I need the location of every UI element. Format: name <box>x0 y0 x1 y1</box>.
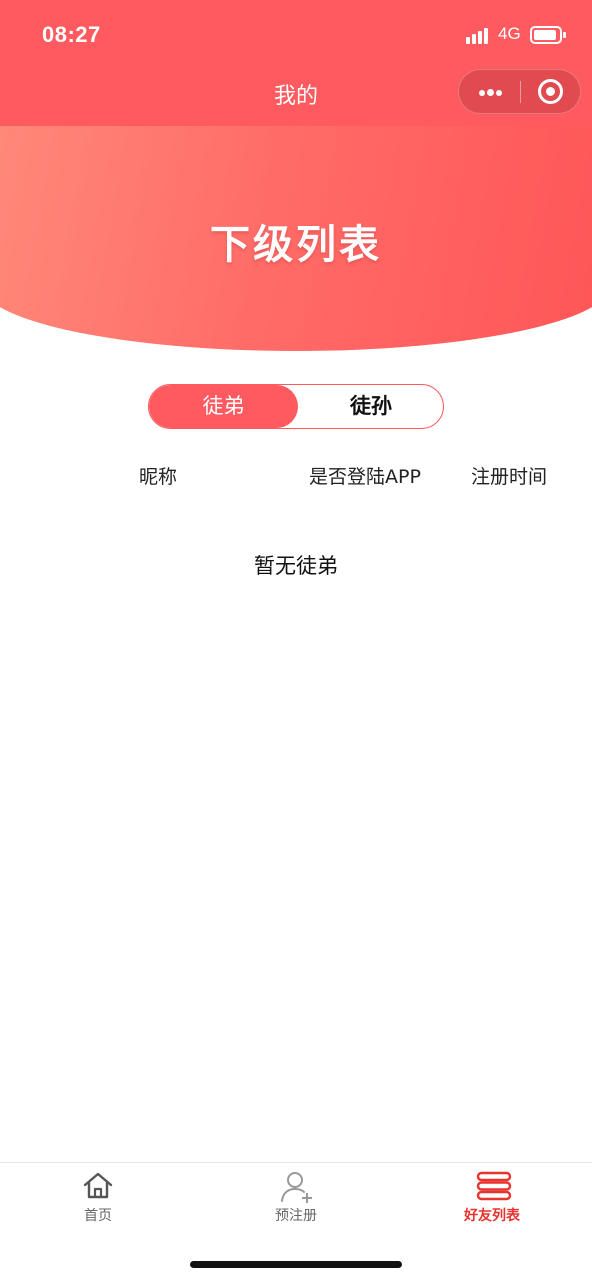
column-nickname: 昵称 <box>139 466 178 488</box>
add-user-icon <box>281 1172 312 1203</box>
network-label: 4G <box>498 24 521 43</box>
table-header: 昵称 是否登陆APP 注册时间 <box>0 462 592 492</box>
empty-state-text: 暂无徒弟 <box>254 554 338 578</box>
battery-icon <box>530 26 566 44</box>
status-time: 08:27 <box>42 22 101 47</box>
tabbar-label-friends: 好友列表 <box>464 1208 520 1224</box>
segment-control: 徒弟 徒孙 <box>148 384 444 429</box>
column-register-time: 注册时间 <box>471 466 548 488</box>
tabbar-label-preregister: 预注册 <box>275 1208 317 1224</box>
tabbar-item-friends[interactable]: 好友列表 <box>432 1163 552 1229</box>
hero-title: 下级列表 <box>210 222 382 268</box>
status-bar: 08:27 4G <box>0 0 592 70</box>
close-target-icon[interactable] <box>521 70 581 113</box>
mini-program-capsule <box>458 69 581 114</box>
more-icon[interactable] <box>459 70 520 113</box>
column-app-login: 是否登陆APP <box>309 466 421 488</box>
signal-icon <box>466 26 492 44</box>
tabbar-label-home: 首页 <box>84 1208 112 1224</box>
home-icon <box>83 1172 113 1199</box>
tabbar-item-home[interactable]: 首页 <box>38 1163 158 1229</box>
home-indicator <box>190 1261 402 1268</box>
tabbar-item-preregister[interactable]: 预注册 <box>236 1163 356 1229</box>
tab-disciples[interactable]: 徒弟 <box>149 385 298 428</box>
list-icon <box>476 1171 512 1201</box>
tab-grand-disciples[interactable]: 徒孙 <box>298 385 443 428</box>
